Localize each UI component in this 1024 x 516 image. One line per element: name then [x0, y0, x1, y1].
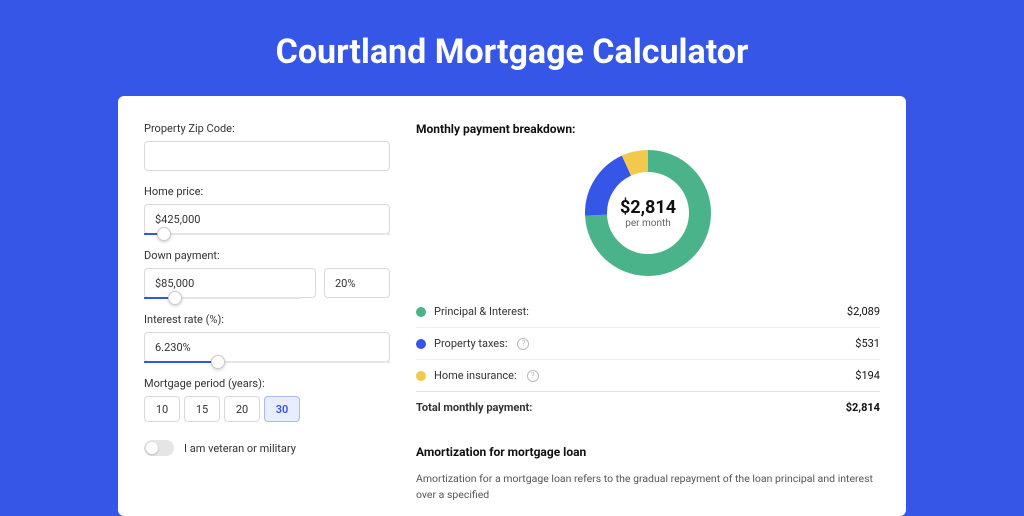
legend-label-2: Home insurance:	[434, 369, 517, 382]
legend-row-1: Property taxes:? $531	[416, 328, 880, 360]
down-group: Down payment:	[144, 249, 390, 299]
down-slider[interactable]	[144, 297, 301, 299]
price-group: Home price:	[144, 185, 390, 235]
rate-slider-thumb[interactable]	[211, 355, 225, 369]
rate-group: Interest rate (%):	[144, 313, 390, 363]
period-group: Mortgage period (years): 10152030	[144, 377, 390, 422]
zip-input[interactable]	[144, 141, 390, 171]
zip-group: Property Zip Code:	[144, 122, 390, 171]
legend-total-value: $2,814	[846, 401, 880, 414]
period-options: 10152030	[144, 396, 390, 422]
period-btn-10[interactable]: 10	[144, 396, 180, 422]
down-slider-thumb[interactable]	[168, 291, 182, 305]
amortization-title: Amortization for mortgage loan	[416, 445, 880, 459]
period-btn-30[interactable]: 30	[264, 396, 300, 422]
info-icon[interactable]: ?	[527, 370, 539, 382]
breakdown-title: Monthly payment breakdown:	[416, 122, 880, 136]
legend-value-2: $194	[855, 369, 880, 382]
legend-row-0: Principal & Interest: $2,089	[416, 296, 880, 328]
breakdown-column: Monthly payment breakdown: $2,814 per mo…	[416, 122, 880, 516]
down-pct-input[interactable]	[324, 268, 390, 298]
legend-total-label: Total monthly payment:	[416, 401, 532, 414]
period-label: Mortgage period (years):	[144, 377, 390, 390]
legend-row-2: Home insurance:? $194	[416, 360, 880, 392]
legend-value-1: $531	[855, 337, 880, 350]
period-btn-20[interactable]: 20	[224, 396, 260, 422]
donut-chart-wrap: $2,814 per month	[416, 148, 880, 278]
page-title: Courtland Mortgage Calculator	[0, 0, 1024, 96]
rate-slider[interactable]	[144, 361, 390, 363]
price-label: Home price:	[144, 185, 390, 198]
legend-value-0: $2,089	[847, 305, 880, 318]
amortization-text: Amortization for a mortgage loan refers …	[416, 471, 880, 503]
period-btn-15[interactable]: 15	[184, 396, 220, 422]
price-slider[interactable]	[144, 233, 390, 235]
donut-amount: $2,814	[620, 197, 676, 218]
calculator-card: Property Zip Code: Home price: Down paym…	[118, 96, 906, 516]
inputs-column: Property Zip Code: Home price: Down paym…	[144, 122, 390, 516]
legend-label-0: Principal & Interest:	[434, 305, 529, 318]
zip-label: Property Zip Code:	[144, 122, 390, 135]
legend-dot-1	[416, 339, 426, 349]
rate-label: Interest rate (%):	[144, 313, 390, 326]
donut-sub: per month	[625, 218, 671, 229]
legend-dot-0	[416, 307, 426, 317]
down-label: Down payment:	[144, 249, 390, 262]
legend: Principal & Interest: $2,089 Property taxe…	[416, 296, 880, 392]
legend-total-row: Total monthly payment: $2,814	[416, 391, 880, 423]
legend-dot-2	[416, 371, 426, 381]
legend-label-1: Property taxes:	[434, 337, 507, 350]
donut-chart: $2,814 per month	[583, 148, 713, 278]
donut-center: $2,814 per month	[583, 148, 713, 278]
veteran-label: I am veteran or military	[184, 442, 296, 455]
rate-input[interactable]	[144, 332, 390, 362]
veteran-toggle[interactable]	[144, 440, 174, 456]
info-icon[interactable]: ?	[517, 338, 529, 350]
price-slider-thumb[interactable]	[157, 227, 171, 241]
veteran-row: I am veteran or military	[144, 440, 390, 456]
rate-slider-fill	[144, 361, 218, 363]
price-input[interactable]	[144, 204, 390, 234]
amortization-block: Amortization for mortgage loan Amortizat…	[416, 445, 880, 503]
